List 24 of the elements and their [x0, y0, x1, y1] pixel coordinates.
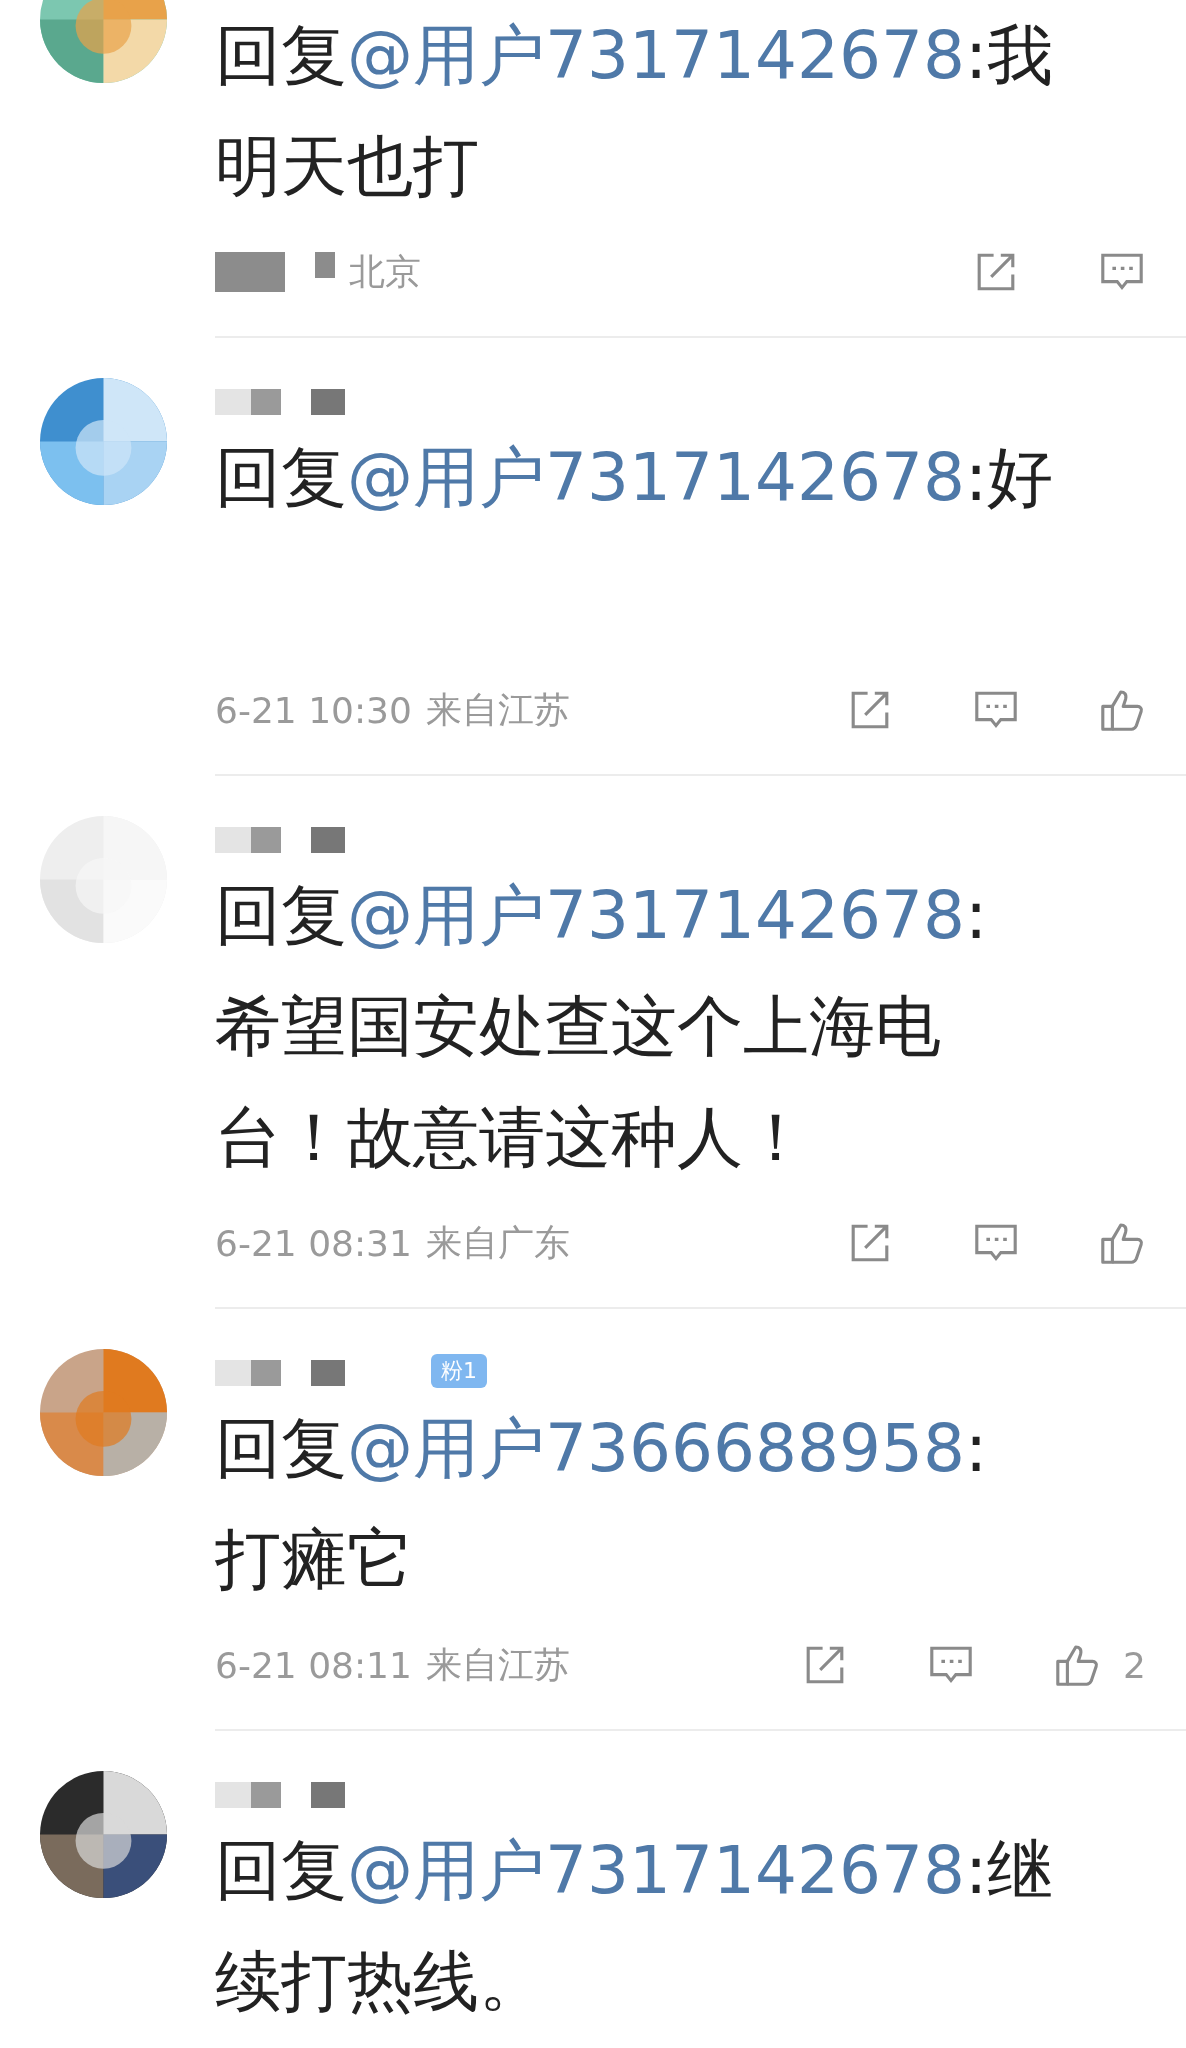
comment-time: 6-21 08:31: [215, 1222, 412, 1264]
comment-location: 来自江苏: [425, 687, 570, 732]
reply-text: 回复@用户7366688958:: [215, 1409, 988, 1489]
comment-location: 来自江苏: [425, 1642, 570, 1687]
reply-text: 续打热线。: [215, 1942, 545, 2022]
mention-link[interactable]: @用户7317142678: [347, 17, 965, 94]
reply-text: 回复@用户7317142678:: [215, 876, 988, 956]
comment-location: 北京: [349, 249, 421, 294]
reply-text: 回复@用户7317142678:好: [215, 438, 1054, 518]
reply-text: 明天也打: [215, 127, 479, 207]
reply-text: 希望国安处查这个上海电: [215, 987, 941, 1067]
reply-text: 台！故意请这种人！: [215, 1098, 809, 1178]
mention-link[interactable]: @用户7317142678: [347, 439, 965, 516]
fan-badge: 粉1: [431, 1354, 487, 1388]
like-count: 2: [1123, 1644, 1146, 1686]
reply-text: 打瘫它: [215, 1520, 413, 1600]
mention-link[interactable]: @用户7317142678: [347, 877, 965, 954]
mention-link[interactable]: @用户7366688958: [347, 1410, 965, 1487]
reply-text: 回复@用户7317142678:我: [215, 16, 1054, 96]
comment-time: 6-21 10:30: [215, 689, 412, 731]
reply-text: 回复@用户7317142678:继: [215, 1831, 1054, 1911]
comment-location: 来自广东: [425, 1220, 570, 1265]
comment-time: 6-21 08:11: [215, 1644, 412, 1686]
mention-link[interactable]: @用户7317142678: [347, 1832, 965, 1909]
